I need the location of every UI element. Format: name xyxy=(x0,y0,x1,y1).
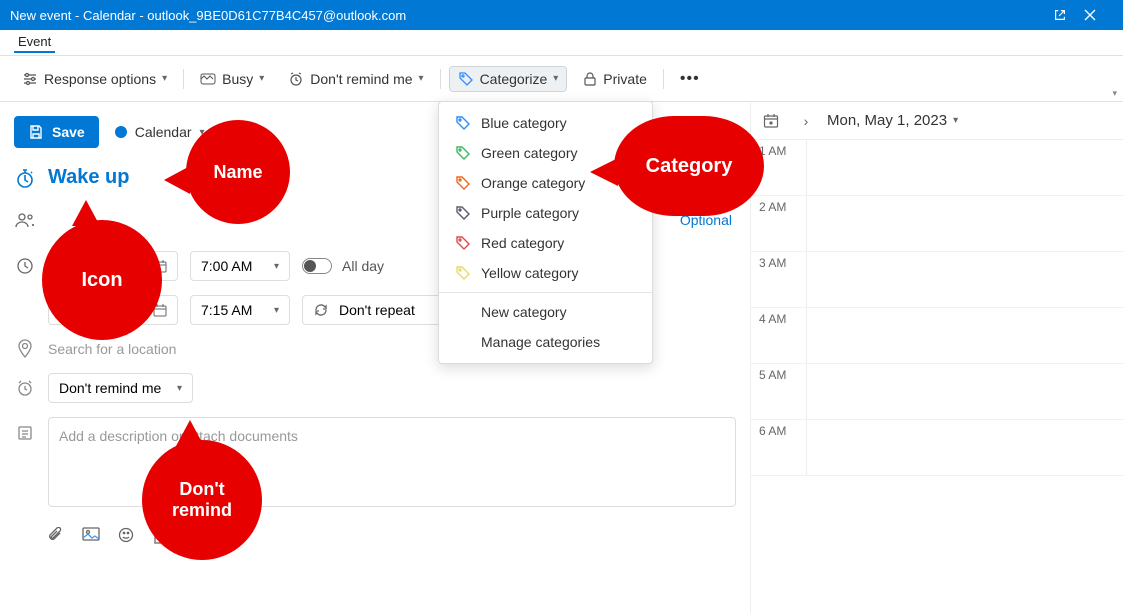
calendar-hour-row[interactable]: 1 AM xyxy=(751,140,1123,196)
category-option[interactable]: Red category xyxy=(439,228,652,258)
save-icon xyxy=(28,124,44,140)
hour-label: 5 AM xyxy=(751,364,807,419)
calendar-name: Calendar xyxy=(135,124,192,140)
busy-button[interactable]: Busy ▾ xyxy=(192,67,272,91)
chevron-down-icon: ▾ xyxy=(274,261,279,272)
toggle-switch[interactable] xyxy=(302,258,332,274)
tag-icon xyxy=(455,145,471,161)
attachment-bar xyxy=(14,521,736,545)
hour-label: 6 AM xyxy=(751,420,807,475)
divider xyxy=(663,69,664,89)
save-button[interactable]: Save xyxy=(14,116,99,148)
clock-icon xyxy=(14,257,36,275)
chevron-down-icon: ▾ xyxy=(162,73,167,84)
stopwatch-icon xyxy=(14,167,36,189)
categorize-label: Categorize xyxy=(480,71,548,87)
calendar-hour-row[interactable]: 4 AM xyxy=(751,308,1123,364)
reminder-value: Don't remind me xyxy=(59,380,161,396)
chevron-down-icon: ▾ xyxy=(553,73,558,84)
category-option[interactable]: Yellow category xyxy=(439,258,652,288)
start-time-value: 7:00 AM xyxy=(201,258,252,274)
tag-icon xyxy=(455,205,471,221)
chevron-down-icon: ▾ xyxy=(274,305,279,316)
hour-label: 3 AM xyxy=(751,252,807,307)
description-input[interactable] xyxy=(59,428,725,444)
tab-event[interactable]: Event xyxy=(14,32,55,53)
tag-icon xyxy=(458,71,474,87)
category-option[interactable]: Blue category xyxy=(439,108,652,138)
toolbar-expand-icon[interactable]: ▾ xyxy=(1112,88,1117,99)
calendar-color-dot xyxy=(115,126,127,138)
new-category-option[interactable]: New category xyxy=(439,297,652,327)
end-time-value: 7:15 AM xyxy=(201,302,252,318)
calendar-preview: › Mon, May 1, 2023 ▾ 1 AM2 AM3 AM4 AM5 A… xyxy=(750,102,1123,613)
sliders-icon xyxy=(22,72,38,86)
hour-label: 4 AM xyxy=(751,308,807,363)
calendar-hour-row[interactable]: 2 AM xyxy=(751,196,1123,252)
categorize-button[interactable]: Categorize ▾ xyxy=(449,66,568,92)
divider xyxy=(183,69,184,89)
window-title: New event - Calendar - outlook_9BE0D61C7… xyxy=(10,8,1053,23)
people-icon xyxy=(14,211,36,229)
reminder-label: Don't remind me xyxy=(310,71,412,87)
title-bar: New event - Calendar - outlook_9BE0D61C7… xyxy=(0,0,1123,30)
location-icon xyxy=(14,339,36,359)
response-options-label: Response options xyxy=(44,71,156,87)
manage-categories-option[interactable]: Manage categories xyxy=(439,327,652,357)
calendar-selector[interactable]: Calendar ▾ xyxy=(115,124,205,140)
calendar-date-picker[interactable]: Mon, May 1, 2023 ▾ xyxy=(827,112,958,129)
chevron-down-icon: ▾ xyxy=(177,383,182,394)
category-option[interactable]: Purple category xyxy=(439,198,652,228)
tag-icon xyxy=(455,175,471,191)
calendar-grid[interactable]: 1 AM2 AM3 AM4 AM5 AM6 AM xyxy=(751,139,1123,613)
emoji-icon[interactable] xyxy=(118,527,134,545)
repeat-icon xyxy=(313,303,329,317)
calendar-hour-row[interactable]: 5 AM xyxy=(751,364,1123,420)
private-label: Private xyxy=(603,71,647,87)
popout-icon[interactable] xyxy=(1053,8,1083,22)
menu-bar: Event xyxy=(0,30,1123,56)
annotation-icon: Icon xyxy=(42,220,162,340)
description-icon xyxy=(14,425,36,441)
calendar-hour-row[interactable]: 3 AM xyxy=(751,252,1123,308)
attach-file-icon[interactable] xyxy=(48,527,64,545)
all-day-toggle[interactable]: All day xyxy=(302,258,384,274)
save-label: Save xyxy=(52,124,85,140)
chevron-down-icon: ▾ xyxy=(953,115,958,126)
more-options-button[interactable]: ••• xyxy=(672,66,708,92)
next-day-icon[interactable]: › xyxy=(795,113,817,129)
tag-icon xyxy=(455,265,471,281)
close-icon[interactable] xyxy=(1083,8,1113,22)
busy-icon xyxy=(200,73,216,85)
annotation-name: Name xyxy=(186,120,290,224)
divider xyxy=(440,69,441,89)
end-time-field[interactable]: 7:15 AM ▾ xyxy=(190,295,290,325)
tag-icon xyxy=(455,115,471,131)
busy-label: Busy xyxy=(222,71,253,87)
annotation-category: Category xyxy=(614,116,764,216)
start-time-field[interactable]: 7:00 AM ▾ xyxy=(190,251,290,281)
tag-icon xyxy=(455,235,471,251)
hour-label: 2 AM xyxy=(751,196,807,251)
chevron-down-icon: ▾ xyxy=(419,73,424,84)
reminder-field[interactable]: Don't remind me ▾ xyxy=(48,373,193,403)
reminder-button[interactable]: Don't remind me ▾ xyxy=(280,67,431,91)
calendar-hour-row[interactable]: 6 AM xyxy=(751,420,1123,476)
chevron-down-icon: ▾ xyxy=(259,73,264,84)
recurrence-label: Don't repeat xyxy=(339,302,415,318)
all-day-label: All day xyxy=(342,258,384,274)
alarm-icon xyxy=(14,379,36,397)
response-options-button[interactable]: Response options ▾ xyxy=(14,67,175,91)
toolbar: Response options ▾ Busy ▾ Don't remind m… xyxy=(0,56,1123,102)
lock-icon xyxy=(583,71,597,87)
private-button[interactable]: Private xyxy=(575,67,655,91)
insert-image-icon[interactable] xyxy=(82,527,100,545)
calendar-date-label: Mon, May 1, 2023 xyxy=(827,112,947,129)
jump-to-date-icon[interactable] xyxy=(763,113,785,129)
annotation-remind: Don't remind xyxy=(142,440,262,560)
alarm-icon xyxy=(288,71,304,87)
